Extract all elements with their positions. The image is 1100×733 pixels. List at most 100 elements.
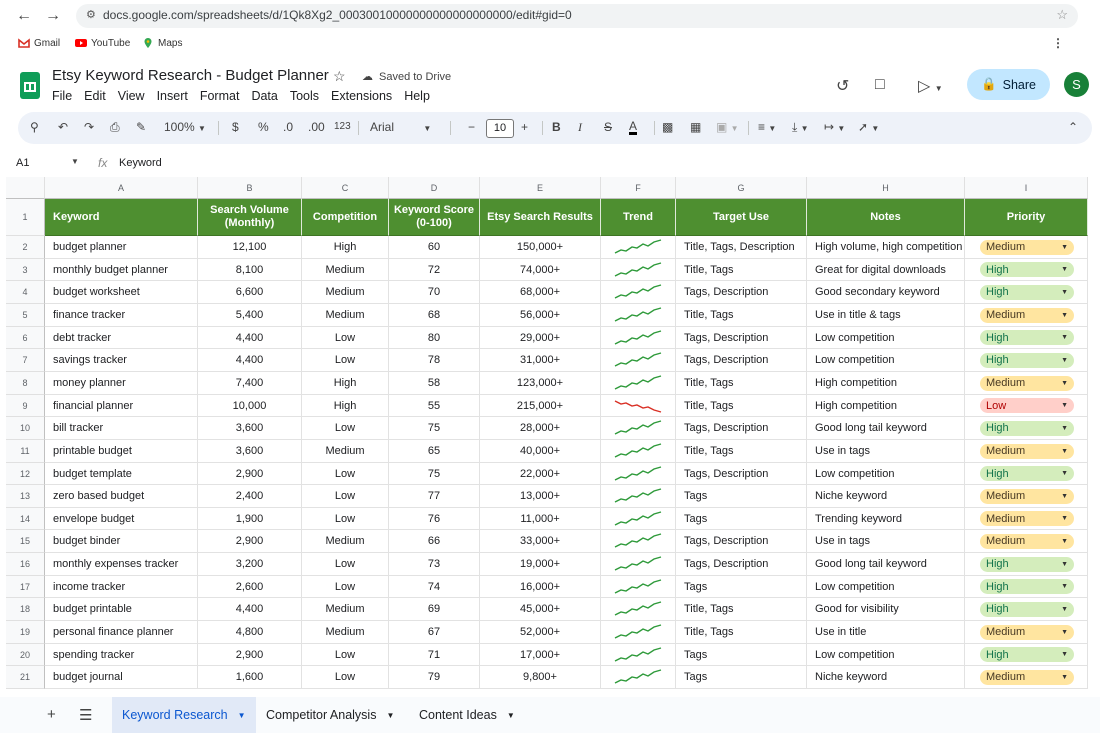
- score-cell[interactable]: 58: [389, 372, 480, 395]
- menu-data[interactable]: Data: [251, 89, 277, 103]
- number-format-button[interactable]: 123: [334, 121, 351, 132]
- header-cell[interactable]: Search Volume (Monthly): [198, 199, 302, 236]
- keyword-cell[interactable]: savings tracker: [45, 349, 198, 372]
- chevron-down-icon[interactable]: ▼: [1061, 629, 1068, 636]
- priority-dropdown[interactable]: Medium ▼: [980, 624, 1074, 640]
- chevron-down-icon[interactable]: ▼: [238, 711, 246, 720]
- row-header[interactable]: 6: [6, 327, 45, 349]
- priority-cell[interactable]: High ▼: [965, 281, 1088, 304]
- target-use-cell[interactable]: Tags: [676, 485, 807, 508]
- volume-cell[interactable]: 12,100: [198, 236, 302, 259]
- keyword-cell[interactable]: debt tracker: [45, 327, 198, 349]
- row-header[interactable]: 2: [6, 236, 45, 259]
- trend-cell[interactable]: [601, 440, 676, 463]
- priority-dropdown[interactable]: High ▼: [980, 352, 1074, 368]
- volume-cell[interactable]: 2,400: [198, 485, 302, 508]
- strikethrough-button[interactable]: S: [604, 120, 612, 134]
- notes-cell[interactable]: Great for digital downloads: [807, 259, 965, 281]
- formula-input[interactable]: Keyword: [119, 157, 162, 169]
- target-use-cell[interactable]: Title, Tags: [676, 395, 807, 417]
- results-cell[interactable]: 123,000+: [480, 372, 601, 395]
- volume-cell[interactable]: 3,200: [198, 553, 302, 576]
- trend-cell[interactable]: [601, 281, 676, 304]
- target-use-cell[interactable]: Tags, Description: [676, 553, 807, 576]
- competition-cell[interactable]: Low: [302, 666, 389, 689]
- score-cell[interactable]: 80: [389, 327, 480, 349]
- row-header[interactable]: 12: [6, 463, 45, 485]
- currency-button[interactable]: $: [232, 120, 239, 134]
- priority-dropdown[interactable]: High ▼: [980, 262, 1074, 277]
- text-color-button[interactable]: A: [629, 120, 638, 135]
- competition-cell[interactable]: Low: [302, 327, 389, 349]
- volume-cell[interactable]: 4,400: [198, 327, 302, 349]
- priority-dropdown[interactable]: Medium ▼: [980, 375, 1074, 391]
- priority-cell[interactable]: High ▼: [965, 644, 1088, 666]
- select-all-corner[interactable]: [6, 177, 45, 199]
- competition-cell[interactable]: High: [302, 236, 389, 259]
- target-use-cell[interactable]: Tags: [676, 666, 807, 689]
- print-icon[interactable]: ⎙: [110, 120, 120, 135]
- competition-cell[interactable]: High: [302, 395, 389, 417]
- score-cell[interactable]: 77: [389, 485, 480, 508]
- results-cell[interactable]: 56,000+: [480, 304, 601, 327]
- keyword-cell[interactable]: finance tracker: [45, 304, 198, 327]
- trend-cell[interactable]: [601, 236, 676, 259]
- trend-cell[interactable]: [601, 530, 676, 553]
- notes-cell[interactable]: High competition: [807, 372, 965, 395]
- row-header[interactable]: 18: [6, 598, 45, 621]
- text-wrapping-icon[interactable]: ↦ ▼: [824, 120, 845, 134]
- chevron-down-icon[interactable]: ▼: [1061, 380, 1068, 387]
- score-cell[interactable]: 71: [389, 644, 480, 666]
- header-cell[interactable]: Target Use: [676, 199, 807, 236]
- competition-cell[interactable]: Low: [302, 644, 389, 666]
- zoom-select[interactable]: 100% ▼: [164, 120, 206, 134]
- priority-cell[interactable]: Medium ▼: [965, 304, 1088, 327]
- volume-cell[interactable]: 5,400: [198, 304, 302, 327]
- menu-file[interactable]: File: [52, 89, 72, 103]
- priority-cell[interactable]: High ▼: [965, 598, 1088, 621]
- score-cell[interactable]: 60: [389, 236, 480, 259]
- menu-tools[interactable]: Tools: [290, 89, 319, 103]
- priority-dropdown[interactable]: High ▼: [980, 647, 1074, 662]
- notes-cell[interactable]: Use in tags: [807, 530, 965, 553]
- avatar[interactable]: S: [1064, 72, 1089, 97]
- redo-icon[interactable]: ↷: [84, 120, 94, 134]
- results-cell[interactable]: 215,000+: [480, 395, 601, 417]
- priority-dropdown[interactable]: Low ▼: [980, 398, 1074, 413]
- row-header[interactable]: 15: [6, 530, 45, 553]
- header-cell[interactable]: Keyword: [45, 199, 198, 236]
- competition-cell[interactable]: Low: [302, 576, 389, 598]
- target-use-cell[interactable]: Tags: [676, 644, 807, 666]
- score-cell[interactable]: 72: [389, 259, 480, 281]
- results-cell[interactable]: 52,000+: [480, 621, 601, 644]
- chevron-down-icon[interactable]: ▼: [1061, 674, 1068, 681]
- keyword-cell[interactable]: budget binder: [45, 530, 198, 553]
- competition-cell[interactable]: Medium: [302, 440, 389, 463]
- target-use-cell[interactable]: Title, Tags: [676, 621, 807, 644]
- tab-keyword-research[interactable]: Keyword Research ▼: [112, 697, 256, 733]
- competition-cell[interactable]: Low: [302, 508, 389, 530]
- row-header[interactable]: 7: [6, 349, 45, 372]
- row-header[interactable]: 5: [6, 304, 45, 327]
- font-size-increase-button[interactable]: +: [521, 120, 528, 134]
- notes-cell[interactable]: Good long tail keyword: [807, 417, 965, 440]
- collapse-toolbar-icon[interactable]: ⌃: [1068, 120, 1078, 134]
- score-cell[interactable]: 66: [389, 530, 480, 553]
- keyword-cell[interactable]: income tracker: [45, 576, 198, 598]
- priority-cell[interactable]: High ▼: [965, 576, 1088, 598]
- results-cell[interactable]: 19,000+: [480, 553, 601, 576]
- increase-decimal-button[interactable]: .00: [308, 120, 325, 134]
- results-cell[interactable]: 13,000+: [480, 485, 601, 508]
- results-cell[interactable]: 11,000+: [480, 508, 601, 530]
- priority-dropdown[interactable]: High ▼: [980, 284, 1074, 300]
- priority-cell[interactable]: Medium ▼: [965, 485, 1088, 508]
- keyword-cell[interactable]: envelope budget: [45, 508, 198, 530]
- row-header[interactable]: 8: [6, 372, 45, 395]
- keyword-cell[interactable]: monthly budget planner: [45, 259, 198, 281]
- volume-cell[interactable]: 7,400: [198, 372, 302, 395]
- site-info-icon[interactable]: ⚙: [86, 8, 96, 21]
- results-cell[interactable]: 74,000+: [480, 259, 601, 281]
- row-header[interactable]: 16: [6, 553, 45, 576]
- italic-button[interactable]: I: [578, 120, 582, 135]
- row-header[interactable]: 4: [6, 281, 45, 304]
